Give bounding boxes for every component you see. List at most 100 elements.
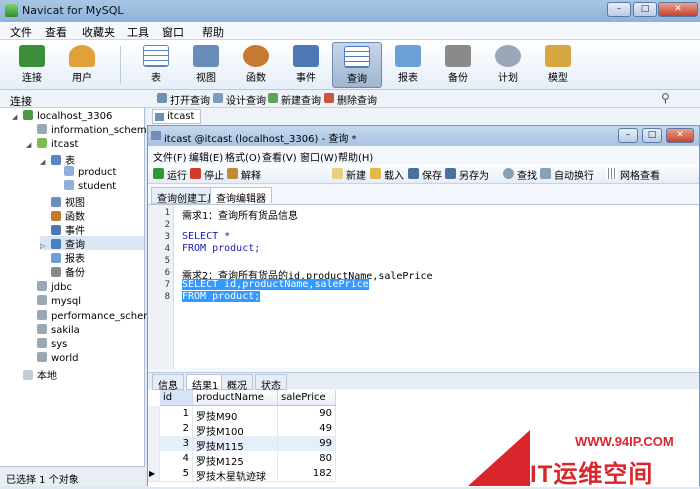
tab-info[interactable]: 信息 (152, 374, 184, 392)
query-menu-edit[interactable]: 编辑(E) (189, 149, 223, 164)
report-icon (395, 45, 421, 67)
tree-node-views[interactable]: 视图 (51, 194, 85, 209)
minimize-button[interactable]: – (607, 2, 631, 17)
toolbar-table-button[interactable]: 表 (131, 42, 181, 88)
column-header-productname[interactable]: productName (193, 390, 278, 406)
table-cell[interactable]: 4 (160, 451, 193, 467)
tree-node-reports[interactable]: 报表 (51, 250, 85, 265)
tab-status[interactable]: 状态 (255, 374, 287, 392)
query-menu-file[interactable]: 文件(F) (153, 149, 187, 164)
new-query-button[interactable]: 新建查询 (268, 92, 321, 107)
tree-node-sys[interactable]: sys (37, 338, 67, 352)
table-cell[interactable]: 2 (160, 421, 193, 437)
query-minimize-button[interactable]: – (618, 128, 638, 143)
find-button[interactable]: 查找 (503, 167, 537, 182)
row-indicator[interactable]: ▶ (148, 466, 160, 482)
new-query-icon (268, 93, 278, 103)
open-query-button[interactable]: 打开查询 (157, 92, 210, 107)
explain-button[interactable]: 解释 (227, 167, 261, 182)
menu-favorites[interactable]: 收藏夹 (82, 24, 115, 40)
search-icon[interactable]: ⚲ (661, 91, 670, 105)
table-cell[interactable]: 罗技M100 (193, 421, 278, 438)
column-header-id[interactable]: id (160, 390, 193, 406)
toolbar-backup-button[interactable]: 备份 (433, 42, 483, 88)
grid-view-button[interactable]: 网格查看 (606, 167, 660, 182)
tree-node-mysql[interactable]: mysql (37, 295, 81, 309)
main-toolbar: 连接 用户 表 视图 函数 事件 查询 报表 备份 计划 模型 (0, 40, 700, 90)
tree-node-tables[interactable]: ◢ 表 (40, 152, 75, 167)
tree-node-itcast[interactable]: ◢ itcast (26, 138, 78, 152)
menu-help[interactable]: 帮助 (202, 24, 224, 40)
tree-node-queries[interactable]: ▷ 查询 (40, 236, 144, 251)
query-menu-view[interactable]: 查看(V) (262, 149, 297, 164)
table-cell[interactable]: 90 (278, 406, 336, 422)
column-header-saleprice[interactable]: salePrice (278, 390, 336, 406)
tree-node-performance-schema[interactable]: performance_schema (37, 310, 159, 324)
load-button[interactable]: 载入 (370, 167, 404, 182)
toolbar-event-button[interactable]: 事件 (281, 42, 331, 88)
toolbar-model-button[interactable]: 模型 (533, 42, 583, 88)
table-cell[interactable]: 1 (160, 406, 193, 422)
toolbar-query-button[interactable]: 查询 (332, 42, 382, 88)
tab-itcast[interactable]: itcast (152, 109, 202, 124)
query-menu-window[interactable]: 窗口(W) (300, 149, 338, 164)
tree-node-information-schema[interactable]: information_schema (37, 124, 153, 138)
design-query-button[interactable]: 设计查询 (213, 92, 266, 107)
query-icon (151, 131, 161, 140)
query-menu-format[interactable]: 格式(O) (225, 149, 261, 164)
row-indicator[interactable] (148, 436, 160, 452)
table-cell[interactable]: 3 (160, 436, 193, 452)
tree-node-localhost[interactable]: ◢ localhost_3306 (12, 110, 112, 124)
toolbar-report-button[interactable]: 报表 (383, 42, 433, 88)
table-cell[interactable]: 罗技M125 (193, 451, 278, 468)
table-cell[interactable]: 182 (278, 466, 336, 482)
table-cell[interactable]: 罗技M90 (193, 406, 278, 423)
table-cell[interactable]: 80 (278, 451, 336, 467)
navicat-logo-icon (5, 4, 18, 17)
tree-node-backups[interactable]: 备份 (51, 264, 85, 279)
menu-window[interactable]: 窗口 (162, 24, 184, 40)
tab-result1[interactable]: 结果1 (186, 374, 225, 392)
toolbar-view-button[interactable]: 视图 (181, 42, 231, 88)
tree-node-events[interactable]: 事件 (51, 222, 85, 237)
row-indicator[interactable] (148, 421, 160, 437)
delete-query-button[interactable]: 删除查询 (324, 92, 377, 107)
table-cell[interactable]: 罗技M115 (193, 436, 278, 453)
save-button[interactable]: 保存 (408, 167, 442, 182)
table-cell[interactable]: 49 (278, 421, 336, 437)
toolbar-function-button[interactable]: 函数 (231, 42, 281, 88)
sql-editor[interactable]: 1 2 3 4 5 6 7 8 需求1：查询所有货品信息 SELECT * FR… (148, 204, 699, 369)
tree-node-sakila[interactable]: sakila (37, 324, 80, 338)
query-tab-bar: 查询创建工具 查询编辑器 (148, 187, 699, 205)
run-button[interactable]: 运行 (153, 167, 187, 182)
table-cell[interactable]: 5 (160, 466, 193, 482)
database-icon (37, 281, 47, 291)
query-menu-help[interactable]: 帮助(H) (338, 149, 373, 164)
word-wrap-button[interactable]: 自动换行 (540, 167, 594, 182)
tab-profile[interactable]: 概况 (221, 374, 253, 392)
toolbar-user-button[interactable]: 用户 (57, 42, 107, 88)
tree-node-world[interactable]: world (37, 352, 79, 366)
stop-button[interactable]: 停止 (190, 167, 224, 182)
table-cell[interactable]: 99 (278, 436, 336, 452)
save-as-button[interactable]: 另存为 (445, 167, 489, 182)
tree-node-student[interactable]: student (64, 180, 116, 194)
toolbar-connection-button[interactable]: 连接 (7, 42, 57, 88)
maximize-button[interactable]: □ (633, 2, 657, 17)
tree-node-jdbc[interactable]: jdbc (37, 281, 72, 295)
tree-node-functions[interactable]: 函数 (51, 208, 85, 223)
query-maximize-button[interactable]: □ (642, 128, 662, 143)
close-button[interactable]: ✕ (658, 2, 698, 17)
menu-file[interactable]: 文件 (10, 24, 32, 40)
table-cell[interactable]: 罗技木星轨迹球 (193, 466, 278, 483)
toolbar-schedule-button[interactable]: 计划 (483, 42, 533, 88)
menu-tools[interactable]: 工具 (127, 24, 149, 40)
row-indicator[interactable] (148, 406, 160, 422)
row-indicator[interactable] (148, 451, 160, 467)
tab-query-editor[interactable]: 查询编辑器 (210, 187, 272, 205)
menu-view[interactable]: 查看 (45, 24, 67, 40)
query-close-button[interactable]: ✕ (666, 128, 694, 143)
tree-node-local[interactable]: 本地 (23, 367, 57, 382)
new-button[interactable]: 新建 (332, 167, 366, 182)
tree-node-product[interactable]: product (64, 166, 116, 180)
